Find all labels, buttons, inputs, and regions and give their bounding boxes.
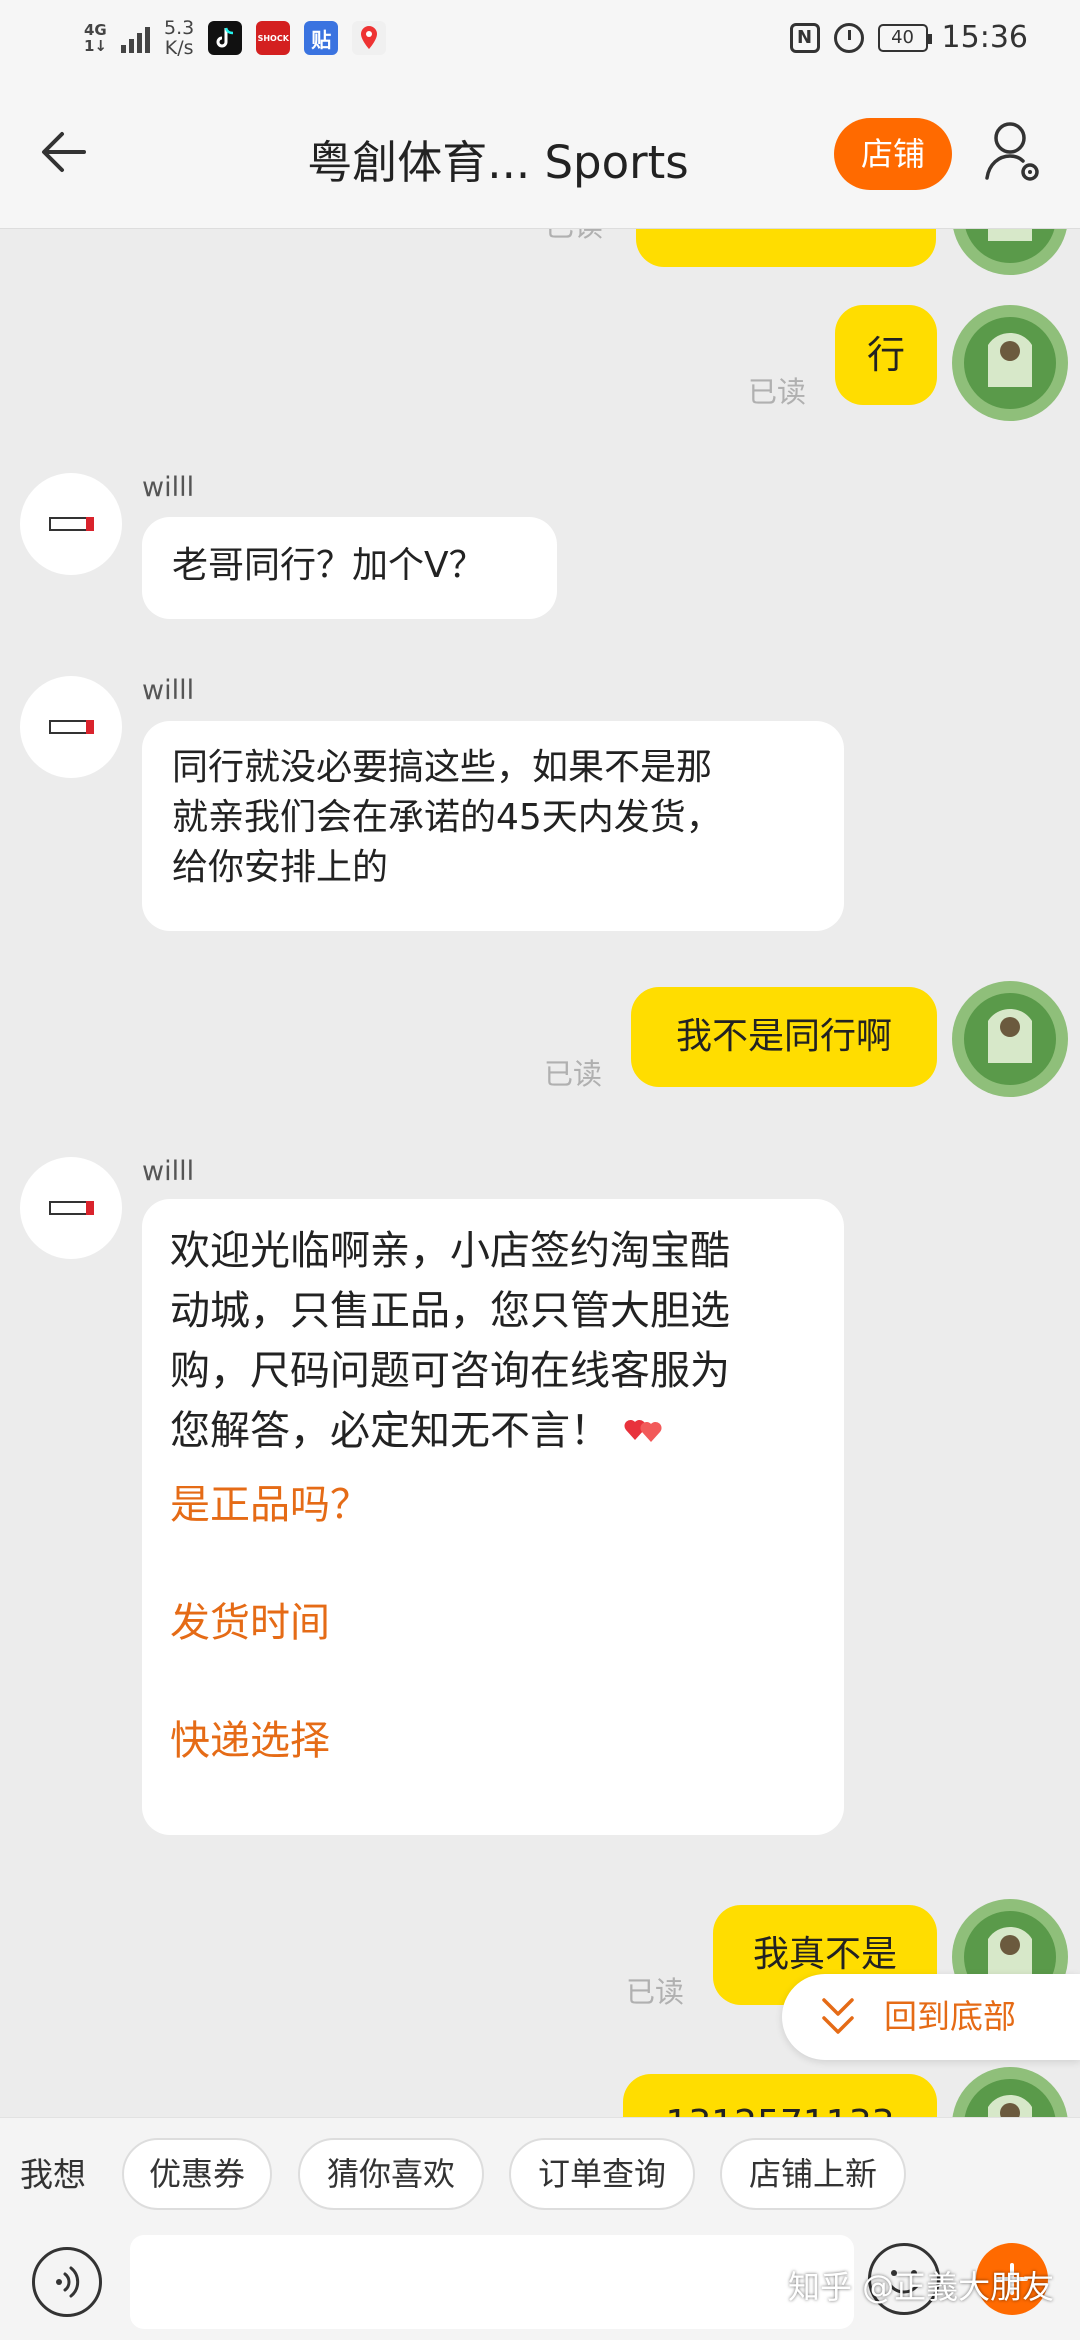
my-avatar[interactable] [952,229,1068,275]
order-query-chip[interactable]: 订单查询 [509,2138,695,2210]
message-bubble[interactable]: 1312571133 [623,2074,937,2117]
tieba-icon: 贴 [304,21,339,55]
user-settings-icon[interactable] [984,118,1044,188]
sender-name: willl [142,472,195,503]
voice-icon[interactable] [32,2247,102,2317]
quick-actions-bar: 我想 优惠券 猜你喜欢 订单查询 店铺上新 [0,2117,1080,2230]
message-bubble[interactable]: 同行就没必要搞这些，如果不是那 就亲我们会在承诺的45天内发货， 给你安排上的 [142,721,844,931]
my-avatar[interactable] [952,2067,1068,2117]
network-indicator: 4G 1↓ [84,21,108,55]
chat-header: 粤創体育... Sports 店铺 [0,80,1080,229]
tiktok-icon [208,21,243,55]
quick-label: 我想 [20,2155,86,2194]
maps-icon [352,21,387,55]
signal-icon [121,23,151,53]
read-status: 已读 [626,1975,685,2009]
go-to-bottom-button[interactable]: 回到底部 [782,1974,1080,2060]
read-status: 已读 [545,229,603,245]
message-bubble[interactable]: 老哥同行？加个V？ [142,517,557,619]
quick-question-link[interactable]: 发货时间 [170,1595,816,1651]
my-avatar[interactable] [952,305,1068,421]
message-bubble-partial [636,229,936,267]
coupon-chip[interactable]: 优惠券 [122,2138,272,2210]
clock: 15:36 [941,20,1028,55]
store-new-chip[interactable]: 店铺上新 [720,2138,906,2210]
read-status: 已读 [544,1057,603,1091]
network-speed: 5.3 K/s [164,17,195,59]
status-bar: 4G 1↓ 5.3 K/s SHOCK 贴 N 40 15:36 [0,0,1080,80]
double-chevron-down-icon [818,1994,858,2040]
chat-area[interactable]: 已读 行 已读 willl 老哥同行？加个V？ willl 同行就没必要搞这些，… [0,229,1080,2117]
hearts-icon [623,1403,665,1463]
message-bubble[interactable]: 我不是同行啊 [631,987,937,1087]
shop-avatar[interactable] [20,676,122,778]
message-input[interactable] [130,2235,854,2329]
alarm-icon [833,22,864,53]
sender-name: willl [142,1156,195,1187]
shop-avatar[interactable] [20,473,122,575]
battery-icon: 40 [877,23,932,52]
nfc-icon: N [789,22,820,53]
sender-name: willl [142,675,195,706]
message-bubble[interactable]: 行 [835,305,937,405]
read-status: 已读 [748,375,807,409]
guess-you-like-chip[interactable]: 猜你喜欢 [298,2138,484,2210]
shop-button[interactable]: 店铺 [834,118,952,190]
shock-app-icon: SHOCK [256,21,291,55]
quick-question-link[interactable]: 是正品吗？ [170,1477,816,1533]
go-to-bottom-label: 回到底部 [884,1997,1016,2036]
welcome-message: 欢迎光临啊亲，小店签约淘宝酷 动城，只售正品，您只管大胆选 购，尺码问题可咨询在… [142,1199,844,1835]
quick-question-link[interactable]: 快递选择 [170,1713,816,1769]
my-avatar[interactable] [952,981,1068,1097]
shop-avatar[interactable] [20,1157,122,1259]
watermark: 知乎 @正義大朋友 [788,2268,1055,2306]
